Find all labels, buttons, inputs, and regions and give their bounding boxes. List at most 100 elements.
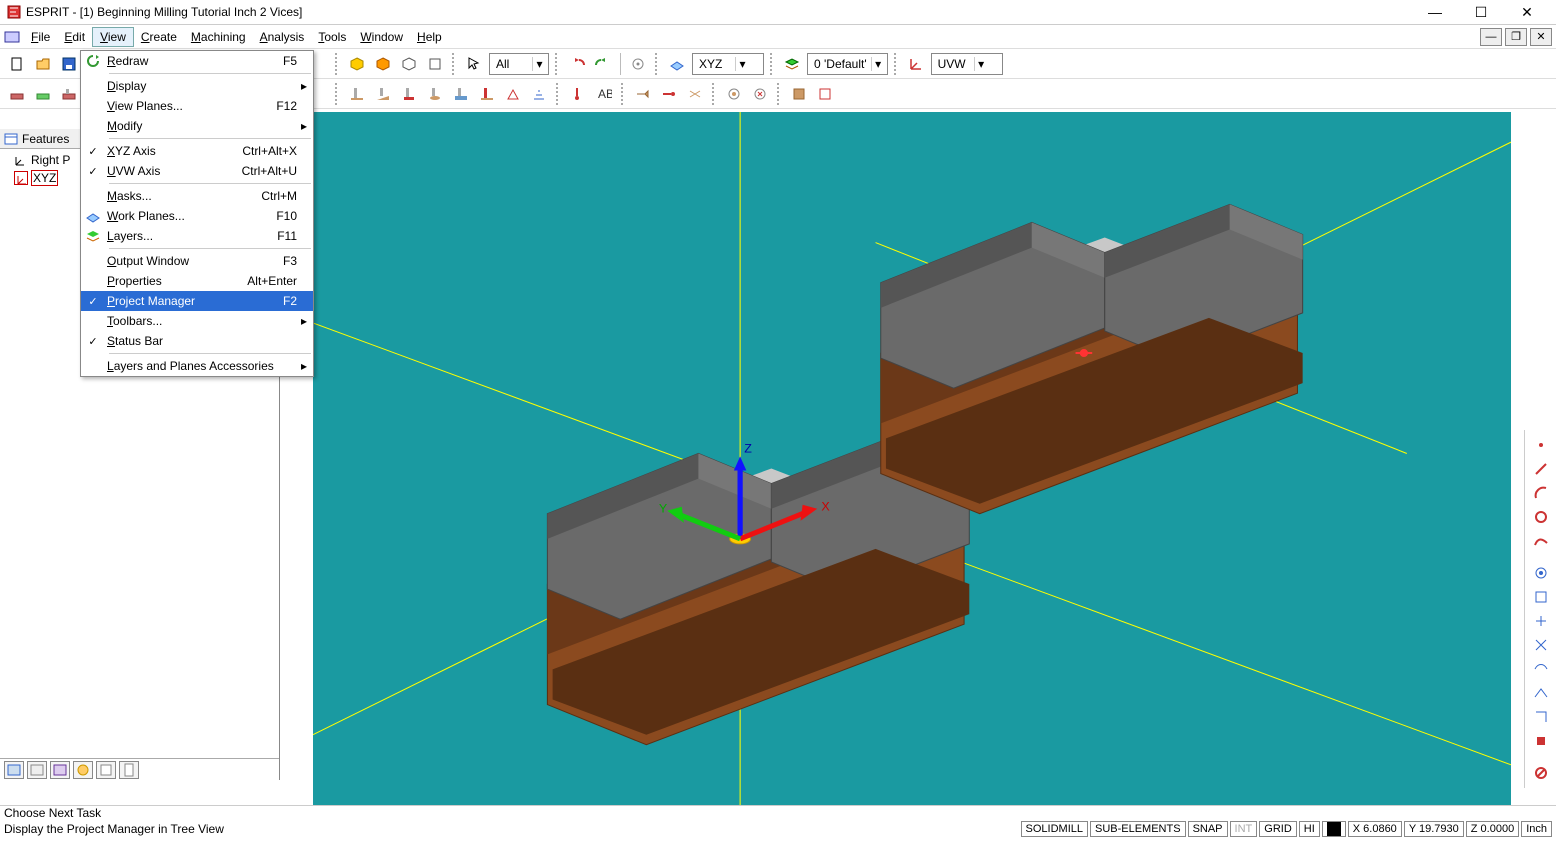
mill3-icon[interactable] xyxy=(397,82,421,106)
filter-combo[interactable]: All▾ xyxy=(489,53,549,75)
menu-item-toolbars[interactable]: Toolbars...▸ xyxy=(81,311,313,331)
rt-off-icon[interactable] xyxy=(1530,762,1552,784)
tab-operations[interactable] xyxy=(27,761,47,779)
rt-select1-icon[interactable] xyxy=(1530,562,1552,584)
menu-machining[interactable]: Machining xyxy=(184,28,253,46)
status-grid[interactable]: GRID xyxy=(1259,821,1297,837)
menu-create[interactable]: Create xyxy=(134,28,184,46)
status-snap[interactable]: SNAP xyxy=(1188,821,1228,837)
rt-curve-icon[interactable] xyxy=(1530,530,1552,552)
rt-select6-icon[interactable] xyxy=(1530,682,1552,704)
workplane-icon[interactable] xyxy=(665,52,689,76)
rt-arc-icon[interactable] xyxy=(1530,482,1552,504)
op1-icon[interactable] xyxy=(5,82,29,106)
status-hint: Display the Project Manager in Tree View xyxy=(4,822,1019,836)
status-units[interactable]: Inch xyxy=(1521,821,1552,837)
op2-icon[interactable] xyxy=(31,82,55,106)
menu-window[interactable]: Window xyxy=(353,28,410,46)
post2-icon[interactable] xyxy=(813,82,837,106)
menu-item-layers[interactable]: Layers...F11 xyxy=(81,226,313,246)
redo-button[interactable] xyxy=(591,52,615,76)
op3-icon[interactable] xyxy=(57,82,81,106)
rt-point-icon[interactable] xyxy=(1530,434,1552,456)
menu-edit[interactable]: Edit xyxy=(57,28,92,46)
undo-button[interactable] xyxy=(565,52,589,76)
save-button[interactable] xyxy=(57,52,81,76)
menu-file[interactable]: File xyxy=(24,28,57,46)
layer-combo[interactable]: 0 'Default'▾ xyxy=(807,53,888,75)
wire-cube-icon[interactable] xyxy=(397,52,421,76)
tab-features[interactable] xyxy=(4,761,24,779)
menu-item-project-manager[interactable]: Project ManagerF2 xyxy=(81,291,313,311)
mdi-minimize-button[interactable]: — xyxy=(1480,28,1502,46)
tab-report[interactable] xyxy=(119,761,139,779)
status-hi[interactable]: HI xyxy=(1299,821,1320,837)
status-int[interactable]: INT xyxy=(1230,821,1258,837)
menu-item-view-planes[interactable]: View Planes...F12 xyxy=(81,96,313,116)
menu-analysis[interactable]: Analysis xyxy=(253,28,312,46)
wire-cube2-icon[interactable] xyxy=(423,52,447,76)
probe2-icon[interactable]: ABC xyxy=(592,82,616,106)
tab-cad[interactable] xyxy=(73,761,93,779)
turn3-icon[interactable] xyxy=(683,82,707,106)
status-mode[interactable]: SOLIDMILL xyxy=(1021,821,1088,837)
mill2-icon[interactable] xyxy=(371,82,395,106)
target-icon[interactable] xyxy=(626,52,650,76)
maximize-button[interactable]: ☐ xyxy=(1458,0,1504,25)
mill4-icon[interactable] xyxy=(423,82,447,106)
uvw-combo[interactable]: UVW▾ xyxy=(931,53,1003,75)
probe1-icon[interactable] xyxy=(566,82,590,106)
rt-select7-icon[interactable] xyxy=(1530,706,1552,728)
menu-help[interactable]: Help xyxy=(410,28,449,46)
mill7-icon[interactable] xyxy=(501,82,525,106)
status-line-1: Choose Next Task xyxy=(0,805,1556,821)
menu-item-display[interactable]: Display▸ xyxy=(81,76,313,96)
open-button[interactable] xyxy=(31,52,55,76)
menu-item-modify[interactable]: Modify▸ xyxy=(81,116,313,136)
menu-item-status-bar[interactable]: Status Bar xyxy=(81,331,313,351)
status-color[interactable] xyxy=(1322,821,1346,837)
mill6-icon[interactable] xyxy=(475,82,499,106)
sim1-icon[interactable] xyxy=(722,82,746,106)
rt-select2-icon[interactable] xyxy=(1530,586,1552,608)
menu-item-properties[interactable]: PropertiesAlt+Enter xyxy=(81,271,313,291)
mill1-icon[interactable] xyxy=(345,82,369,106)
rt-circle-icon[interactable] xyxy=(1530,506,1552,528)
menu-item-layers-and-planes-accessories[interactable]: Layers and Planes Accessories▸ xyxy=(81,356,313,376)
rt-select4-icon[interactable] xyxy=(1530,634,1552,656)
minimize-button[interactable]: — xyxy=(1412,0,1458,25)
menu-item-work-planes[interactable]: Work Planes...F10 xyxy=(81,206,313,226)
post1-icon[interactable] xyxy=(787,82,811,106)
sim2-icon[interactable] xyxy=(748,82,772,106)
turn1-icon[interactable] xyxy=(631,82,655,106)
rt-line-icon[interactable] xyxy=(1530,458,1552,480)
rt-select3-icon[interactable] xyxy=(1530,610,1552,632)
layers-icon[interactable] xyxy=(780,52,804,76)
solid-orange-icon[interactable] xyxy=(371,52,395,76)
mill8-icon[interactable] xyxy=(527,82,551,106)
axis-icon xyxy=(14,171,28,185)
mill5-icon[interactable] xyxy=(449,82,473,106)
tab-nc[interactable] xyxy=(96,761,116,779)
turn2-icon[interactable] xyxy=(657,82,681,106)
menu-item-output-window[interactable]: Output WindowF3 xyxy=(81,251,313,271)
status-sub[interactable]: SUB-ELEMENTS xyxy=(1090,821,1186,837)
menu-tools[interactable]: Tools xyxy=(311,28,353,46)
menu-view[interactable]: View xyxy=(92,27,134,47)
menu-item-masks[interactable]: Masks...Ctrl+M xyxy=(81,186,313,206)
workplane-combo[interactable]: XYZ▾ xyxy=(692,53,764,75)
menu-item-uvw-axis[interactable]: UVW AxisCtrl+Alt+U xyxy=(81,161,313,181)
tab-tools[interactable] xyxy=(50,761,70,779)
rt-select8-icon[interactable] xyxy=(1530,730,1552,752)
menu-item-redraw[interactable]: RedrawF5 xyxy=(81,51,313,71)
solid-yellow-icon[interactable] xyxy=(345,52,369,76)
new-button[interactable] xyxy=(5,52,29,76)
viewport-3d[interactable]: Z X Y xyxy=(313,112,1511,805)
menu-item-xyz-axis[interactable]: XYZ AxisCtrl+Alt+X xyxy=(81,141,313,161)
mdi-restore-button[interactable]: ❐ xyxy=(1505,28,1527,46)
mdi-close-button[interactable]: ✕ xyxy=(1530,28,1552,46)
rt-select5-icon[interactable] xyxy=(1530,658,1552,680)
close-button[interactable]: ✕ xyxy=(1504,0,1550,25)
axis-icon[interactable] xyxy=(904,52,928,76)
pointer-icon[interactable] xyxy=(462,52,486,76)
